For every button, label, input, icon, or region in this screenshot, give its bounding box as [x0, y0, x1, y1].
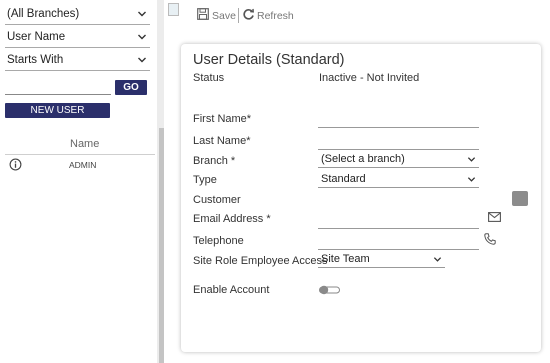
chevron-down-icon — [467, 157, 476, 162]
first-name-field[interactable] — [318, 127, 479, 128]
chevron-down-icon — [467, 177, 476, 182]
type-label: Type — [193, 174, 217, 186]
go-button[interactable]: GO — [115, 80, 147, 95]
email-field[interactable] — [318, 228, 479, 229]
chevron-down-icon — [138, 57, 146, 63]
branch-select[interactable]: (Select a branch) — [318, 152, 479, 168]
scrollbar-thumb[interactable] — [159, 128, 164, 363]
last-name-field[interactable] — [318, 149, 479, 150]
telephone-field[interactable] — [318, 249, 479, 250]
last-name-label: Last Name* — [193, 135, 251, 147]
table-row[interactable]: ADMIN — [5, 157, 155, 173]
enable-account-label: Enable Account — [193, 284, 270, 296]
search-input[interactable] — [5, 80, 111, 95]
user-list-panel: (All Branches) User Name Starts With GO … — [0, 0, 163, 363]
enable-account-toggle[interactable] — [319, 285, 340, 295]
type-select-value: Standard — [321, 173, 366, 185]
refresh-icon[interactable] — [242, 8, 255, 21]
site-role-select-value: Site Team — [321, 253, 370, 265]
telephone-label: Telephone — [193, 235, 244, 247]
search-field-select[interactable]: User Name — [5, 27, 150, 48]
user-name-cell: ADMIN — [69, 160, 97, 170]
customer-lookup-button[interactable] — [512, 191, 528, 206]
mail-icon[interactable] — [488, 212, 501, 222]
new-user-button[interactable]: NEW USER — [5, 103, 110, 118]
refresh-button[interactable]: Refresh — [257, 9, 294, 23]
branch-filter-value: (All Branches) — [7, 8, 80, 20]
page-title: User Details (Standard) — [193, 52, 345, 68]
email-label: Email Address * — [193, 213, 271, 225]
type-select[interactable]: Standard — [318, 172, 479, 188]
chevron-down-icon — [138, 11, 146, 17]
phone-icon[interactable] — [484, 233, 496, 245]
user-details-card: User Details (Standard) Status Inactive … — [181, 44, 541, 352]
site-role-label: Site Role Employee Access — [193, 255, 328, 267]
toolbar-divider — [238, 8, 239, 23]
branch-filter-select[interactable]: (All Branches) — [5, 4, 150, 25]
search-operator-select[interactable]: Starts With — [5, 50, 150, 71]
column-header-name[interactable]: Name — [70, 138, 99, 150]
search-operator-value: Starts With — [7, 54, 64, 66]
chevron-down-icon — [138, 34, 146, 40]
save-button[interactable]: Save — [212, 9, 236, 23]
branch-select-value: (Select a branch) — [321, 153, 405, 165]
site-role-select[interactable]: Site Team — [318, 252, 445, 268]
grid-header: Name — [5, 138, 155, 155]
status-value: Inactive - Not Invited — [319, 72, 420, 84]
customer-label: Customer — [193, 194, 241, 206]
branch-label: Branch * — [193, 155, 236, 167]
save-icon[interactable] — [197, 8, 209, 20]
first-name-label: First Name* — [193, 113, 252, 125]
image-thumbnail-icon — [168, 3, 179, 16]
search-field-value: User Name — [7, 31, 66, 43]
chevron-down-icon — [433, 257, 442, 262]
status-label: Status — [193, 72, 225, 84]
info-icon[interactable] — [9, 158, 22, 171]
